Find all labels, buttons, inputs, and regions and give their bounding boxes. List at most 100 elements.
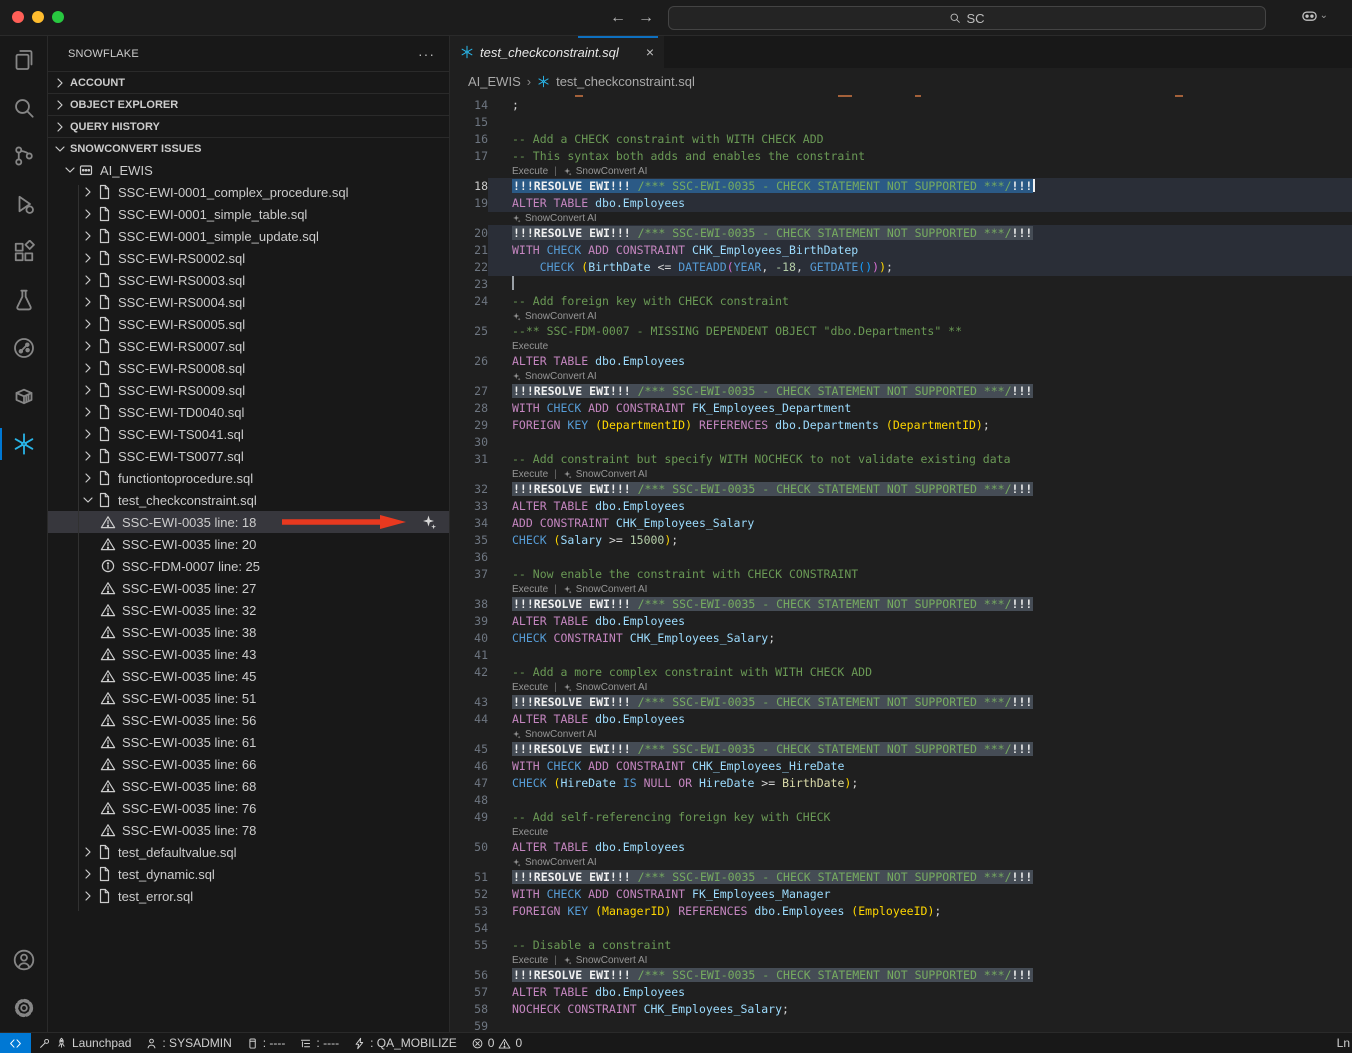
code-content[interactable]: -- Now enable the constraint with CHECK … bbox=[488, 566, 1352, 583]
code-content[interactable]: ALTER TABLE dbo.Employees bbox=[488, 498, 1352, 515]
remote-indicator[interactable] bbox=[0, 1033, 31, 1053]
code-content[interactable]: WITH CHECK ADD CONSTRAINT FK_Employees_M… bbox=[488, 886, 1352, 903]
code-content[interactable]: ADD CONSTRAINT CHK_Employees_Salary bbox=[488, 515, 1352, 532]
activity-item-explorer[interactable] bbox=[0, 36, 47, 84]
code-content[interactable]: !!!RESOLVE EWI!!! /*** SSC-EWI-0035 - CH… bbox=[488, 741, 1352, 758]
code-content[interactable]: ALTER TABLE dbo.Employees bbox=[488, 613, 1352, 630]
codelens-link-snowconvert-ai[interactable]: SnowConvert AI bbox=[525, 856, 597, 869]
codelens-link-execute[interactable]: Execute bbox=[512, 954, 548, 967]
code-content[interactable]: CHECK (HireDate IS NULL OR HireDate >= B… bbox=[488, 775, 1352, 792]
close-tab-icon[interactable]: × bbox=[646, 44, 654, 60]
code-content[interactable]: ; bbox=[488, 97, 1352, 114]
code-content[interactable]: CHECK (Salary >= 15000); bbox=[488, 532, 1352, 549]
codelens-link-snowconvert-ai[interactable]: SnowConvert AI bbox=[525, 310, 597, 323]
code-content[interactable]: !!!RESOLVE EWI!!! /*** SSC-EWI-0035 - CH… bbox=[488, 596, 1352, 613]
issue-SSC-EWI-0035-line-76[interactable]: SSC-EWI-0035 line: 76 bbox=[48, 797, 449, 819]
code-content[interactable]: !!!RESOLVE EWI!!! /*** SSC-EWI-0035 - CH… bbox=[488, 481, 1352, 498]
tree-file-SSC-EWI-TS0041.sql[interactable]: SSC-EWI-TS0041.sql bbox=[48, 423, 449, 445]
issue-SSC-EWI-0035-line-18[interactable]: SSC-EWI-0035 line: 18 bbox=[48, 511, 449, 533]
activity-item-testing[interactable] bbox=[0, 276, 47, 324]
code-content[interactable]: ALTER TABLE dbo.Employees bbox=[488, 839, 1352, 856]
code-content[interactable]: !!!RESOLVE EWI!!! /*** SSC-EWI-0035 - CH… bbox=[488, 178, 1352, 195]
tree-file-SSC-EWI-RS0008.sql[interactable]: SSC-EWI-RS0008.sql bbox=[48, 357, 449, 379]
code-content[interactable]: !!!RESOLVE EWI!!! /*** SSC-EWI-0035 - CH… bbox=[488, 694, 1352, 711]
code-content[interactable] bbox=[488, 549, 1352, 566]
codelens-link-snowconvert-ai[interactable]: SnowConvert AI bbox=[525, 212, 597, 225]
breadcrumb[interactable]: AI_EWIS›test_checkconstraint.sql bbox=[450, 68, 1352, 95]
codelens-link-execute[interactable]: Execute bbox=[512, 826, 548, 839]
activity-item-account[interactable] bbox=[0, 936, 47, 984]
code-content[interactable] bbox=[488, 434, 1352, 451]
section-header-account[interactable]: ACCOUNT bbox=[48, 71, 449, 93]
issue-SSC-EWI-0035-line-43[interactable]: SSC-EWI-0035 line: 43 bbox=[48, 643, 449, 665]
status-item-role[interactable]: : SYSADMIN bbox=[138, 1033, 238, 1053]
cursor-position[interactable]: Ln bbox=[1337, 1033, 1350, 1053]
tree-file-test_defaultvalue.sql[interactable]: test_defaultvalue.sql bbox=[48, 841, 449, 863]
code-content[interactable]: ALTER TABLE dbo.Employees bbox=[488, 711, 1352, 728]
tree-file-SSC-EWI-TS0077.sql[interactable]: SSC-EWI-TS0077.sql bbox=[48, 445, 449, 467]
copilot-menu[interactable]: ⌄ bbox=[1301, 7, 1328, 24]
tree-file-functiontoprocedure.sql[interactable]: functiontoprocedure.sql bbox=[48, 467, 449, 489]
codelens-link-snowconvert-ai[interactable]: SnowConvert AI bbox=[576, 583, 648, 596]
tree-file-SSC-EWI-RS0007.sql[interactable]: SSC-EWI-RS0007.sql bbox=[48, 335, 449, 357]
tree-file-SSC-EWI-0001_simple_table.sql[interactable]: SSC-EWI-0001_simple_table.sql bbox=[48, 203, 449, 225]
code-editor[interactable]: 14;1516-- Add a CHECK constraint with WI… bbox=[450, 95, 1352, 1032]
codelens-link-snowconvert-ai[interactable]: SnowConvert AI bbox=[576, 681, 648, 694]
code-content[interactable]: -- Add a CHECK constraint with WITH CHEC… bbox=[488, 131, 1352, 148]
codelens-link-snowconvert-ai[interactable]: SnowConvert AI bbox=[525, 728, 597, 741]
more-actions-icon[interactable]: ··· bbox=[418, 46, 435, 62]
tab-test-checkconstraint[interactable]: test_checkconstraint.sql × bbox=[450, 36, 664, 68]
status-item-warehouse[interactable]: : QA_MOBILIZE bbox=[346, 1033, 464, 1053]
issue-SSC-EWI-0035-line-66[interactable]: SSC-EWI-0035 line: 66 bbox=[48, 753, 449, 775]
code-content[interactable]: !!!RESOLVE EWI!!! /*** SSC-EWI-0035 - CH… bbox=[488, 383, 1352, 400]
issue-SSC-EWI-0035-line-45[interactable]: SSC-EWI-0035 line: 45 bbox=[48, 665, 449, 687]
close-window-button[interactable] bbox=[12, 11, 24, 23]
code-content[interactable]: CHECK (BirthDate <= DATEADD(YEAR, -18, G… bbox=[488, 259, 1352, 276]
command-center-search[interactable]: SC bbox=[668, 6, 1266, 30]
tree-file-SSC-EWI-RS0002.sql[interactable]: SSC-EWI-RS0002.sql bbox=[48, 247, 449, 269]
code-content[interactable] bbox=[488, 647, 1352, 664]
code-content[interactable]: ALTER TABLE dbo.Employees bbox=[488, 353, 1352, 370]
codelens-link-execute[interactable]: Execute bbox=[512, 165, 548, 178]
issue-SSC-EWI-0035-line-32[interactable]: SSC-EWI-0035 line: 32 bbox=[48, 599, 449, 621]
codelens-link-snowconvert-ai[interactable]: SnowConvert AI bbox=[576, 165, 648, 178]
code-content[interactable]: !!!RESOLVE EWI!!! /*** SSC-EWI-0035 - CH… bbox=[488, 967, 1352, 984]
activity-item-extensions[interactable] bbox=[0, 228, 47, 276]
nav-forward-button[interactable]: → bbox=[634, 6, 658, 30]
code-content[interactable]: WITH CHECK ADD CONSTRAINT CHK_Employees_… bbox=[488, 242, 1352, 259]
issue-SSC-FDM-0007-line-25[interactable]: SSC-FDM-0007 line: 25 bbox=[48, 555, 449, 577]
code-content[interactable]: ALTER TABLE dbo.Employees bbox=[488, 195, 1352, 212]
issue-SSC-EWI-0035-line-51[interactable]: SSC-EWI-0035 line: 51 bbox=[48, 687, 449, 709]
code-content[interactable]: !!!RESOLVE EWI!!! /*** SSC-EWI-0035 - CH… bbox=[488, 225, 1352, 242]
code-content[interactable]: NOCHECK CONSTRAINT CHK_Employees_Salary; bbox=[488, 1001, 1352, 1018]
code-content[interactable]: WITH CHECK ADD CONSTRAINT CHK_Employees_… bbox=[488, 758, 1352, 775]
tree-file-test_error.sql[interactable]: test_error.sql bbox=[48, 885, 449, 907]
code-content[interactable]: --** SSC-FDM-0007 - MISSING DEPENDENT OB… bbox=[488, 323, 1352, 340]
tree-file-test_dynamic.sql[interactable]: test_dynamic.sql bbox=[48, 863, 449, 885]
code-content[interactable]: ALTER TABLE dbo.Employees bbox=[488, 984, 1352, 1001]
codelens-link-snowconvert-ai[interactable]: SnowConvert AI bbox=[525, 370, 597, 383]
nav-back-button[interactable]: ← bbox=[606, 6, 630, 30]
code-content[interactable] bbox=[488, 276, 1352, 293]
ai-fix-action[interactable] bbox=[421, 514, 437, 530]
code-content[interactable]: -- Add a more complex constraint with WI… bbox=[488, 664, 1352, 681]
activity-item-snowflake[interactable] bbox=[0, 420, 47, 468]
status-item-database[interactable]: : ---- bbox=[239, 1033, 293, 1053]
tree-file-SSC-EWI-RS0009.sql[interactable]: SSC-EWI-RS0009.sql bbox=[48, 379, 449, 401]
tree-file-SSC-EWI-0001_simple_update.sql[interactable]: SSC-EWI-0001_simple_update.sql bbox=[48, 225, 449, 247]
section-header-snowconvert-issues[interactable]: SNOWCONVERT ISSUES bbox=[48, 137, 449, 159]
code-content[interactable] bbox=[488, 114, 1352, 131]
code-content[interactable]: -- This syntax both adds and enables the… bbox=[488, 148, 1352, 165]
issue-SSC-EWI-0035-line-27[interactable]: SSC-EWI-0035 line: 27 bbox=[48, 577, 449, 599]
breadcrumb-file[interactable]: test_checkconstraint.sql bbox=[556, 74, 695, 89]
issue-SSC-EWI-0035-line-38[interactable]: SSC-EWI-0035 line: 38 bbox=[48, 621, 449, 643]
code-content[interactable]: WITH CHECK ADD CONSTRAINT FK_Employees_D… bbox=[488, 400, 1352, 417]
activity-item-query-history[interactable] bbox=[0, 324, 47, 372]
code-content[interactable] bbox=[488, 792, 1352, 809]
codelens-link-execute[interactable]: Execute bbox=[512, 340, 548, 353]
status-item-schema[interactable]: : ---- bbox=[292, 1033, 346, 1053]
code-content[interactable] bbox=[488, 920, 1352, 937]
code-content[interactable]: -- Add constraint but specify WITH NOCHE… bbox=[488, 451, 1352, 468]
status-item-launchpad[interactable]: Launchpad bbox=[31, 1033, 138, 1053]
codelens-link-snowconvert-ai[interactable]: SnowConvert AI bbox=[576, 468, 648, 481]
